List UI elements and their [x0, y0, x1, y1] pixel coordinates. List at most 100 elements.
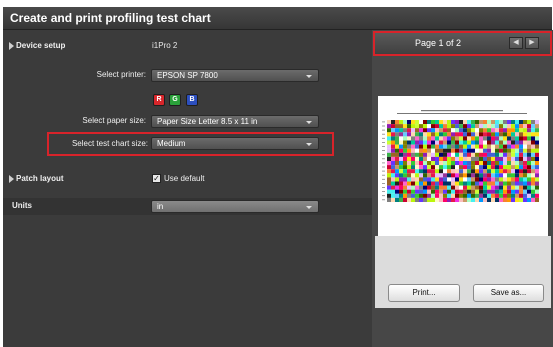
color-patch: [523, 140, 527, 145]
color-patch: [471, 177, 475, 182]
color-patch: [471, 189, 475, 194]
color-patch: [531, 152, 535, 157]
color-patch: [491, 148, 495, 153]
color-patch: [419, 156, 423, 161]
disclosure-triangle-icon[interactable]: [9, 175, 14, 183]
color-patch: [499, 132, 503, 137]
color-patch: [511, 173, 515, 178]
color-patch: [443, 165, 447, 170]
color-patch: [479, 193, 483, 198]
color-patch: [419, 128, 423, 133]
color-patch: [399, 185, 403, 190]
color-patch: [423, 128, 427, 133]
color-patch: [527, 161, 531, 166]
color-patch: [531, 177, 535, 182]
channel-r-button[interactable]: R: [153, 94, 165, 106]
color-patch: [415, 169, 419, 174]
color-patch: [471, 173, 475, 178]
color-patch: [471, 152, 475, 157]
color-patch: [447, 156, 451, 161]
color-patch: [511, 181, 515, 186]
color-patch: [479, 152, 483, 157]
color-patch: [443, 193, 447, 198]
color-patch: [523, 152, 527, 157]
color-patch: [479, 181, 483, 186]
color-patch: [399, 148, 403, 153]
device-setup-row[interactable]: Device setup i1Pro 2: [3, 38, 372, 55]
color-patch: [439, 161, 443, 166]
color-patch: [487, 120, 491, 125]
color-patch: [467, 148, 471, 153]
color-patch: [435, 136, 439, 141]
units-label-wrap: Units: [3, 198, 123, 215]
color-patch: [535, 165, 539, 170]
color-patch: [495, 148, 499, 153]
color-patch: [495, 173, 499, 178]
printer-select[interactable]: EPSON SP 7800: [151, 69, 319, 82]
color-patch: [427, 140, 431, 145]
test-chart-size-label: Select test chart size:: [71, 139, 148, 148]
color-patch: [391, 144, 395, 149]
color-patch: [411, 128, 415, 133]
color-patch: [395, 165, 399, 170]
color-patch: [527, 152, 531, 157]
color-patch: [423, 136, 427, 141]
color-patch: [507, 177, 511, 182]
color-patch: [487, 140, 491, 145]
color-patch: [411, 140, 415, 145]
color-patch: [431, 156, 435, 161]
color-patch: [399, 144, 403, 149]
paper-size-label: Select paper size:: [82, 116, 146, 125]
save-as-button[interactable]: Save as...: [473, 284, 544, 302]
color-patch: [463, 197, 467, 202]
color-patch: [499, 185, 503, 190]
paper-size-select[interactable]: Paper Size Letter 8.5 x 11 in: [151, 115, 319, 128]
color-patch: [519, 169, 523, 174]
color-patch: [523, 189, 527, 194]
channel-b-button[interactable]: B: [186, 94, 198, 106]
color-patch: [495, 181, 499, 186]
color-patch: [395, 181, 399, 186]
color-patch: [499, 140, 503, 145]
color-patch: [463, 189, 467, 194]
channel-g-button[interactable]: G: [169, 94, 181, 106]
color-patch: [491, 173, 495, 178]
print-button[interactable]: Print...: [388, 284, 460, 302]
color-patch: [467, 193, 471, 198]
use-default-checkbox[interactable]: ✓: [152, 174, 161, 183]
color-patch: [395, 120, 399, 125]
color-patch: [431, 165, 435, 170]
color-patch: [455, 136, 459, 141]
color-patch: [439, 144, 443, 149]
color-patch: [511, 189, 515, 194]
color-patch: [451, 132, 455, 137]
test-chart-size-select[interactable]: Medium: [151, 137, 319, 150]
color-patch: [511, 144, 515, 149]
color-patch: [463, 193, 467, 198]
color-patch: [415, 144, 419, 149]
color-patch: [491, 136, 495, 141]
use-default-label[interactable]: Use default: [164, 174, 204, 183]
color-patch: [495, 120, 499, 125]
color-patch: [391, 189, 395, 194]
color-patch: [455, 132, 459, 137]
color-patch: [415, 181, 419, 186]
color-patch: [495, 165, 499, 170]
color-patch: [495, 156, 499, 161]
units-select[interactable]: in: [151, 200, 319, 213]
disclosure-triangle-icon[interactable]: [9, 42, 14, 50]
color-patch: [535, 152, 539, 157]
color-patch: [483, 152, 487, 157]
color-patch: [391, 197, 395, 202]
color-patch: [467, 161, 471, 166]
color-patch: [451, 152, 455, 157]
color-patch: [535, 189, 539, 194]
color-patch: [503, 177, 507, 182]
color-patch: [411, 132, 415, 137]
color-patch: [511, 120, 515, 125]
color-patch: [403, 152, 407, 157]
color-patch: [515, 181, 519, 186]
color-patch: [443, 128, 447, 133]
color-patch: [479, 140, 483, 145]
color-patch: [483, 136, 487, 141]
